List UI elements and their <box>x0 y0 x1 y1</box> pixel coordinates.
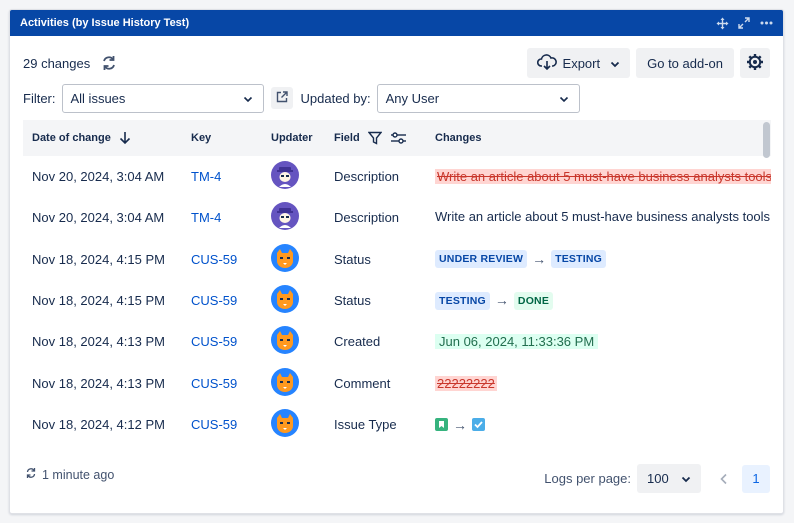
export-button[interactable]: Export <box>526 48 631 78</box>
activities-gadget: Activities (by Issue History Test) 29 ch… <box>9 9 784 514</box>
issue-key-link[interactable]: TM-4 <box>191 210 221 225</box>
logs-per-page-label: Logs per page: <box>544 471 631 486</box>
issue-key-link[interactable]: CUS-59 <box>191 417 237 432</box>
go-to-addon-button[interactable]: Go to add-on <box>636 48 734 78</box>
avatar[interactable] <box>271 202 299 231</box>
updated-by-value: Any User <box>385 90 440 106</box>
column-changes: Changes <box>435 132 482 144</box>
export-label: Export <box>562 55 601 71</box>
new-value: Write an article about 5 must-have busin… <box>435 209 771 225</box>
column-date[interactable]: Date of change <box>23 131 191 145</box>
removed-value: Write an article about 5 must-have busin… <box>435 169 771 185</box>
row-field: Comment <box>334 375 391 391</box>
table-row: Nov 18, 2024, 4:13 PM CUS-59 Comment 222… <box>23 362 771 403</box>
status-to-lozenge: DONE <box>513 291 554 310</box>
column-key: Key <box>191 132 212 144</box>
gadget-header: Activities (by Issue History Test) <box>10 10 783 36</box>
footer: 1 minute ago Logs per page: 100 1 <box>10 461 783 501</box>
column-updater: Updater <box>271 132 313 144</box>
activity-table: Date of change Key Updater Field Changes… <box>23 120 771 443</box>
row-field: Description <box>334 169 400 185</box>
updated-by-select[interactable]: Any User <box>376 83 580 113</box>
arrow-right-icon: → <box>453 416 467 433</box>
table-row: Nov 20, 2024, 3:04 AM TM-4 Description W… <box>23 197 771 238</box>
last-updated-text: 1 minute ago <box>42 467 115 482</box>
row-field: Status <box>334 251 371 267</box>
avatar[interactable] <box>271 161 299 190</box>
avatar[interactable] <box>271 367 299 396</box>
external-link-icon <box>276 90 288 106</box>
status-to-lozenge: TESTING <box>551 250 606 269</box>
column-date-label: Date of change <box>32 132 111 144</box>
row-date: Nov 18, 2024, 4:15 PM <box>32 251 165 267</box>
expand-icon[interactable] <box>737 16 751 30</box>
task-icon <box>472 418 485 432</box>
gear-icon <box>746 53 764 74</box>
row-date: Nov 18, 2024, 4:13 PM <box>32 334 165 350</box>
filter-label: Filter: <box>23 90 56 106</box>
changes-count: 29 changes <box>23 55 91 71</box>
avatar[interactable] <box>271 408 299 437</box>
table-scrollbar[interactable] <box>763 122 770 158</box>
row-field: Issue Type <box>334 416 397 432</box>
table-row: Nov 18, 2024, 4:13 PM CUS-59 Created Jun… <box>23 321 771 362</box>
row-date: Nov 20, 2024, 3:04 AM <box>32 169 165 185</box>
filter-value: All issues <box>70 90 126 106</box>
previous-page-button[interactable] <box>710 465 738 493</box>
removed-value: 22222222 <box>435 375 497 391</box>
page-button-current[interactable]: 1 <box>742 464 770 493</box>
logs-per-page-value: 100 <box>647 471 669 486</box>
issue-key-link[interactable]: CUS-59 <box>191 334 237 349</box>
move-icon[interactable] <box>715 16 729 30</box>
issue-key-link[interactable]: CUS-59 <box>191 252 237 267</box>
adjust-icon[interactable] <box>390 131 407 145</box>
filter-select[interactable]: All issues <box>61 83 264 113</box>
pagination: Logs per page: 100 1 <box>544 464 770 493</box>
row-date: Nov 18, 2024, 4:13 PM <box>32 375 165 391</box>
arrow-right-icon: → <box>532 250 547 267</box>
column-field: Field <box>334 131 435 145</box>
row-date: Nov 18, 2024, 4:12 PM <box>32 416 165 432</box>
created-value: Jun 06, 2024, 11:33:36 PM <box>435 334 599 350</box>
table-row: Nov 18, 2024, 4:12 PM CUS-59 Issue Type … <box>23 404 771 443</box>
avatar[interactable] <box>271 285 299 314</box>
row-field: Status <box>334 293 371 309</box>
filter-icon[interactable] <box>367 131 382 145</box>
story-icon <box>435 418 448 432</box>
sort-down-icon[interactable] <box>119 131 131 145</box>
filter-bar: Filter: All issues Updated by: Any User <box>10 83 783 113</box>
settings-button[interactable] <box>740 48 770 78</box>
status-from-lozenge: TESTING <box>435 291 490 310</box>
status-from-lozenge: UNDER REVIEW <box>435 250 528 269</box>
updated-by-label: Updated by: <box>300 90 371 106</box>
toolbar: 29 changes Export Go to add-on <box>10 47 783 79</box>
table-row: Nov 18, 2024, 4:15 PM CUS-59 Status UNDE… <box>23 239 771 280</box>
chevron-down-icon <box>243 91 253 106</box>
issue-key-link[interactable]: TM-4 <box>191 169 221 184</box>
table-header: Date of change Key Updater Field Changes <box>23 120 771 156</box>
row-field: Created <box>334 334 381 350</box>
chevron-down-icon <box>559 91 569 106</box>
table-row: Nov 18, 2024, 4:15 PM CUS-59 Status TEST… <box>23 280 771 321</box>
refresh-icon[interactable] <box>100 54 118 72</box>
issue-key-link[interactable]: CUS-59 <box>191 376 237 391</box>
last-updated: 1 minute ago <box>25 467 114 482</box>
open-external-button[interactable] <box>270 87 293 109</box>
avatar[interactable] <box>271 326 299 355</box>
column-field-label: Field <box>334 132 360 144</box>
row-field: Description <box>334 210 400 226</box>
issue-key-link[interactable]: CUS-59 <box>191 293 237 308</box>
refresh-small-icon <box>25 467 37 482</box>
logs-per-page-select[interactable]: 100 <box>637 464 701 493</box>
row-date: Nov 18, 2024, 4:15 PM <box>32 293 165 309</box>
table-row: Nov 20, 2024, 3:04 AM TM-4 Description W… <box>23 156 771 197</box>
chevron-down-icon <box>681 471 691 486</box>
avatar[interactable] <box>271 243 299 272</box>
more-icon[interactable] <box>759 16 773 30</box>
chevron-down-icon <box>610 56 620 71</box>
row-date: Nov 20, 2024, 3:04 AM <box>32 210 165 226</box>
gadget-title: Activities (by Issue History Test) <box>20 17 190 29</box>
arrow-right-icon: → <box>494 292 509 309</box>
cloud-download-icon <box>536 53 557 73</box>
